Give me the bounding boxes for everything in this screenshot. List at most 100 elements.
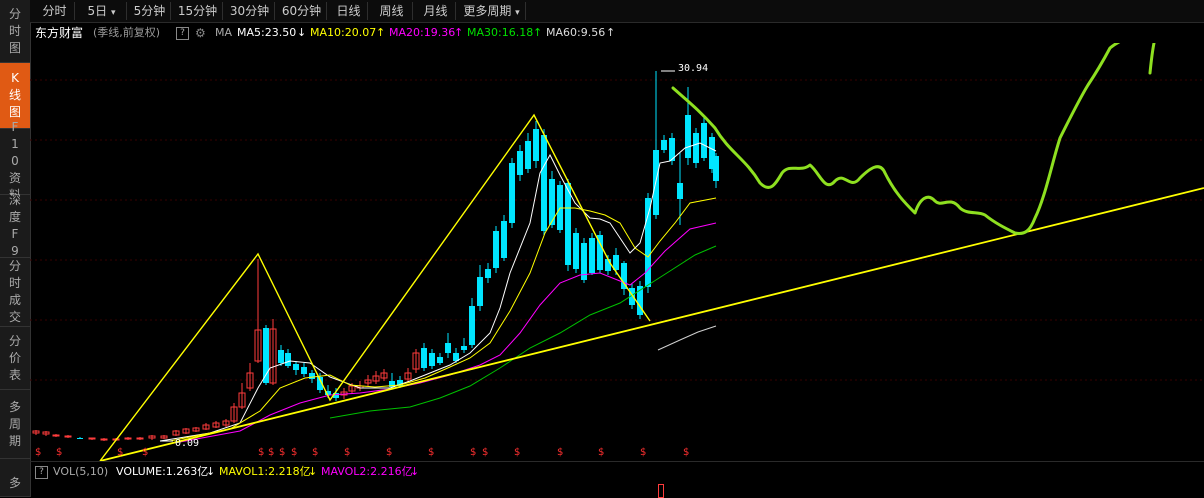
- tab-f10[interactable]: F10资料: [0, 120, 30, 202]
- period-15min-label: 15分钟: [177, 4, 218, 18]
- candle-body-52: [501, 221, 507, 258]
- dividend-marker-10: $: [386, 447, 392, 458]
- tab-intraday-trades[interactable]: 分时成交: [0, 258, 30, 327]
- kline-chart[interactable]: 30.94 0.09 $ $ $ $ $ $ $ $ $ $ $ $ $ $ $ $ $ $ $: [30, 43, 1204, 461]
- vol-label: VOL(5,10): [53, 465, 109, 478]
- candle-body-53: [509, 163, 515, 223]
- mavol1-value: MAVOL1:2.218亿: [219, 465, 311, 478]
- tab-more-label: 多: [8, 476, 21, 490]
- candle-body-49: [477, 277, 483, 306]
- candle-body-65: [605, 259, 611, 271]
- chevron-down-icon: ▾: [515, 8, 520, 18]
- period-daily-button[interactable]: 日线: [330, 2, 368, 20]
- hand-drawn-forecast-line: [671, 43, 1156, 235]
- volume-value: VOLUME:1.263亿: [116, 465, 209, 478]
- tab-intraday[interactable]: 分时图: [0, 0, 30, 63]
- period-30min-label: 30分钟: [229, 4, 270, 18]
- support-trendline: [99, 187, 1204, 461]
- volume-info-bar: ? VOL(5,10) VOLUME:1.263亿 ↓ MAVOL1:2.218…: [30, 461, 1204, 498]
- period-5day-button[interactable]: 5日 ▾: [77, 2, 127, 20]
- candle-body-77: [701, 123, 707, 158]
- candle-body-43: [429, 353, 435, 366]
- ma30-arrow-icon: ↑: [533, 26, 543, 39]
- dividend-marker-7: $: [291, 447, 297, 458]
- tab-intraday-trades-label: 分时成交: [8, 259, 21, 324]
- candle-body-5: [88, 437, 96, 440]
- candle-body-67: [621, 263, 627, 289]
- ma10-arrow-icon: ↑: [376, 26, 386, 39]
- candle-body-72: [661, 140, 667, 150]
- candle-body-6: [100, 438, 108, 441]
- candle-body-54: [517, 151, 523, 175]
- period-5min-button[interactable]: 5分钟: [129, 2, 171, 20]
- candle-body-4: [77, 438, 83, 439]
- gear-icon[interactable]: ⚙: [195, 23, 206, 43]
- candle-body-74: [677, 183, 683, 199]
- ma5-arrow-icon: ↓: [297, 26, 307, 39]
- dividend-marker-17: $: [640, 447, 646, 458]
- ma-label: MA: [215, 26, 233, 39]
- period-monthly-button[interactable]: 月线: [416, 2, 456, 20]
- tab-more[interactable]: 多: [0, 459, 30, 497]
- ma5-value: MA5:23.50: [237, 26, 297, 39]
- candle-body-57: [541, 135, 547, 231]
- dividend-marker-15: $: [557, 447, 563, 458]
- candle-body-79: [713, 156, 719, 181]
- period-5day-label: 5日: [87, 4, 108, 18]
- candle-body-61: [573, 233, 579, 269]
- candle-body-2: [52, 434, 60, 437]
- chevron-down-icon: ▾: [110, 8, 116, 18]
- ma60-arrow-icon: ↑: [606, 26, 616, 39]
- candle-body-63: [589, 238, 595, 273]
- period-30min-button[interactable]: 30分钟: [225, 2, 275, 20]
- period-weekly-button[interactable]: 周线: [371, 2, 413, 20]
- mavol1-arrow-icon: ↓: [308, 465, 318, 478]
- dividend-marker-6: $: [279, 447, 285, 458]
- candle-body-47: [461, 346, 467, 350]
- chart-labels: 30.94 0.09: [175, 63, 708, 449]
- tab-price-table-label: 分价表: [8, 333, 21, 382]
- candle-body-76: [693, 133, 699, 163]
- candle-body-45: [445, 343, 451, 353]
- tab-depth[interactable]: 深度F9: [0, 193, 30, 258]
- period-weekly-label: 周线: [379, 4, 404, 18]
- candle-body-3: [64, 435, 72, 438]
- candle-body-50: [485, 269, 491, 278]
- ma60-line: [657, 325, 717, 351]
- stock-name: 东方财富: [35, 26, 84, 40]
- dividend-marker-13: $: [482, 447, 488, 458]
- high-price-label: 30.94: [678, 63, 708, 74]
- candle-body-27: [301, 367, 307, 374]
- ma20-line: [179, 222, 717, 443]
- help-icon[interactable]: ?: [176, 27, 189, 40]
- volume-bar: [658, 484, 664, 498]
- tab-price-table[interactable]: 分价表: [0, 327, 30, 390]
- volume-help-icon[interactable]: ?: [35, 466, 48, 479]
- mavol2-value: MAVOL2:2.216亿: [321, 465, 413, 478]
- low-price-label: 0.09: [175, 438, 199, 449]
- ma20-value: MA20:19.36: [389, 26, 456, 39]
- period-5min-label: 5分钟: [133, 4, 166, 18]
- period-monthly-label: 月线: [423, 4, 448, 18]
- period-more-label: 更多周期: [463, 4, 512, 18]
- period-intraday-button[interactable]: 分时: [35, 2, 75, 20]
- period-15min-button[interactable]: 15分钟: [173, 2, 223, 20]
- period-60min-label: 60分钟: [281, 4, 322, 18]
- dividend-marker-3: $: [142, 447, 148, 458]
- dividend-marker-0: $: [35, 447, 41, 458]
- candle-body-70: [645, 198, 651, 287]
- dividend-marker-1: $: [56, 447, 62, 458]
- ma30-value: MA30:16.18: [467, 26, 534, 39]
- tab-multi-period[interactable]: 多周期: [0, 390, 30, 459]
- mavol2-arrow-icon: ↓: [410, 465, 420, 478]
- candle-body-9: [136, 437, 144, 440]
- candle-body-8: [124, 437, 132, 440]
- dividend-marker-9: $: [344, 447, 350, 458]
- dividend-marker-2: $: [117, 447, 123, 458]
- candle-body-60: [565, 183, 571, 265]
- period-more-button[interactable]: 更多周期 ▾: [458, 2, 526, 20]
- kline-mode: (季线,前复权): [93, 26, 161, 39]
- ma30-line: [329, 245, 717, 419]
- candle-body-26: [293, 364, 299, 370]
- period-60min-button[interactable]: 60分钟: [277, 2, 327, 20]
